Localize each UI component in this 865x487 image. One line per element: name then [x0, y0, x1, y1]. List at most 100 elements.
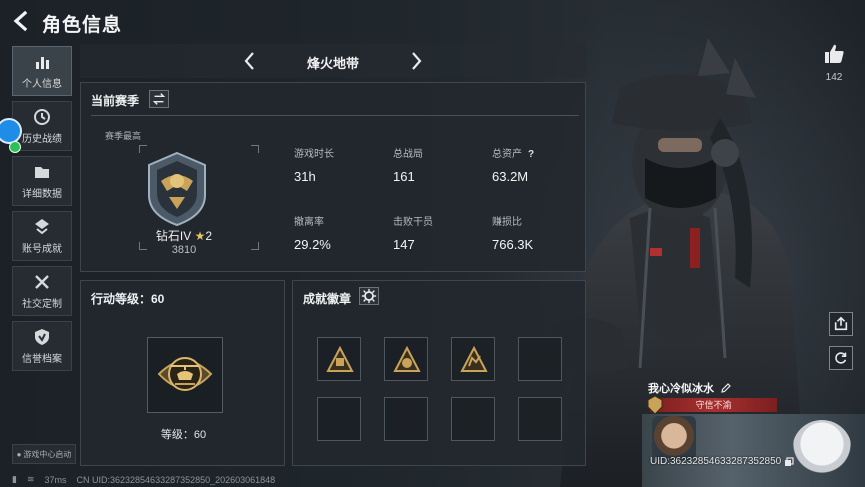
help-icon[interactable]: ?	[528, 149, 534, 160]
diamond-rank-emblem-icon	[148, 151, 206, 227]
rank-name: 钻石IV ★2	[129, 227, 239, 244]
season-best-label: 赛季最高	[105, 131, 142, 141]
achievement-panel: 成就徽章	[292, 280, 586, 466]
edit-pencil-icon[interactable]	[720, 382, 732, 394]
stat-total-matches: 总战局 161	[393, 145, 423, 184]
top-bar: 角色信息	[0, 0, 865, 44]
stat-label: 击败干员	[393, 217, 433, 228]
plush-toy	[792, 420, 852, 480]
sidebar-item-credit[interactable]: 信誉档案	[12, 321, 72, 371]
sidebar-item-label: 详细数据	[22, 188, 62, 200]
streamer-face	[652, 416, 696, 460]
stat-value: 63.2M	[492, 169, 529, 184]
chevron-left-icon[interactable]	[240, 50, 260, 72]
stat-label: 总战局	[393, 149, 423, 160]
sidebar-item-label: 历史战绩	[22, 133, 62, 145]
sidebar-item-personal-info[interactable]: 个人信息	[12, 46, 72, 96]
ticket-badge-icon	[393, 346, 421, 372]
stat-label: 撤离率	[294, 217, 324, 228]
achievement-slot[interactable]	[384, 397, 428, 441]
sidebar-item-label: 信誉档案	[22, 353, 62, 365]
share-button[interactable]	[829, 312, 853, 336]
rank-score: 3810	[171, 244, 197, 256]
helicopter-level-emblem-icon	[157, 357, 213, 391]
achievement-slot[interactable]	[451, 337, 495, 381]
season-switch-button[interactable]	[149, 90, 169, 108]
achievement-slot[interactable]	[518, 337, 562, 381]
game-center-button[interactable]: ● 游戏中心启动	[12, 444, 76, 464]
divider	[91, 115, 579, 116]
title-emblem-icon	[647, 395, 663, 415]
stat-value: 31h	[294, 169, 316, 184]
gear-icon	[361, 288, 377, 304]
folder-icon	[35, 166, 49, 178]
player-title-banner: 守信不渝	[647, 395, 777, 415]
season-panel: 当前赛季 赛季最高 钻石IV ★2 3810 游戏时长 31h 总战局 161 …	[80, 82, 586, 272]
star-icon: ★	[194, 229, 206, 243]
achievement-slot[interactable]	[317, 397, 361, 441]
wifi-icon: ≋	[26, 474, 35, 484]
thumbs-up-icon[interactable]	[822, 42, 846, 66]
achievement-icon	[35, 218, 49, 234]
level-text: 等级：60	[160, 429, 207, 441]
share-icon	[834, 316, 848, 331]
ping-text: 37ms	[44, 474, 67, 485]
game-center-label: 游戏中心启动	[23, 449, 72, 459]
copy-icon[interactable]	[784, 456, 794, 467]
stat-label: 游戏时长	[294, 149, 334, 160]
season-title: 当前赛季	[91, 94, 140, 108]
stat-profit-ratio: 赚损比 766.3K	[492, 213, 533, 252]
player-name: 我心冷似冰水	[648, 383, 714, 395]
stat-kills: 击败干员 147	[393, 213, 433, 252]
sidebar-item-label: 社交定制	[22, 298, 62, 310]
back-arrow-icon[interactable]	[10, 9, 34, 33]
refresh-icon	[835, 352, 847, 364]
map-name: 烽火地带	[306, 56, 359, 71]
switch-icon	[152, 93, 166, 105]
uid-row: UID:36232854633287352850	[650, 456, 794, 467]
achievement-slot[interactable]	[518, 397, 562, 441]
shield-icon	[35, 328, 49, 345]
battery-icon: ▮	[12, 474, 17, 484]
achievement-slot[interactable]	[451, 397, 495, 441]
crate-badge-icon	[460, 346, 488, 372]
stat-playtime: 游戏时长 31h	[294, 145, 334, 184]
rank-name-text: 钻石IV	[155, 229, 192, 243]
tower-badge-icon	[326, 346, 354, 372]
achievement-slot[interactable]	[317, 337, 361, 381]
sidebar-item-detailed-data[interactable]: 详细数据	[12, 156, 72, 206]
achievement-settings-button[interactable]	[359, 287, 379, 305]
action-level-title: 行动等级：60	[91, 292, 165, 306]
wifi-status-icon	[9, 141, 21, 153]
stat-label: 赚损比	[492, 217, 522, 228]
rank-stars: 2	[205, 229, 213, 243]
uid-text: UID:36232854633287352850	[650, 456, 782, 467]
stat-label: 总资产	[492, 149, 522, 160]
stat-extract-rate: 撤离率 29.2%	[294, 213, 331, 252]
player-title: 守信不渝	[695, 400, 732, 410]
stat-value: 766.3K	[492, 237, 534, 252]
webcam-overlay	[642, 414, 865, 487]
tools-icon	[35, 274, 49, 289]
stat-total-assets: 总资产? 63.2M	[492, 145, 534, 184]
level-emblem-frame[interactable]	[147, 337, 223, 413]
page-title: 角色信息	[42, 15, 123, 36]
stat-value: 29.2%	[294, 237, 331, 252]
chevron-right-icon[interactable]	[406, 50, 426, 72]
action-level-panel: 行动等级：60 等级：60	[80, 280, 285, 466]
stat-value: 147	[393, 237, 415, 252]
game-center-icon: ●	[16, 449, 22, 459]
sidebar-item-achievements[interactable]: 账号成就	[12, 211, 72, 261]
achievement-title: 成就徽章	[303, 292, 352, 306]
history-icon	[34, 108, 50, 125]
status-bar: ▮ ≋ 37ms CN UID:36232854633287352850_202…	[12, 474, 275, 485]
stat-value: 161	[393, 169, 415, 184]
player-name-row: 我心冷似冰水	[648, 380, 732, 396]
like-count: 142	[825, 72, 843, 83]
bar-chart-icon	[36, 56, 49, 69]
cn-uid-text: CN UID:36232854633287352850_202603061848	[76, 474, 276, 485]
refresh-button[interactable]	[829, 346, 853, 370]
achievement-slot[interactable]	[384, 337, 428, 381]
sidebar-item-label: 账号成就	[22, 243, 62, 255]
sidebar-item-social[interactable]: 社交定制	[12, 266, 72, 316]
